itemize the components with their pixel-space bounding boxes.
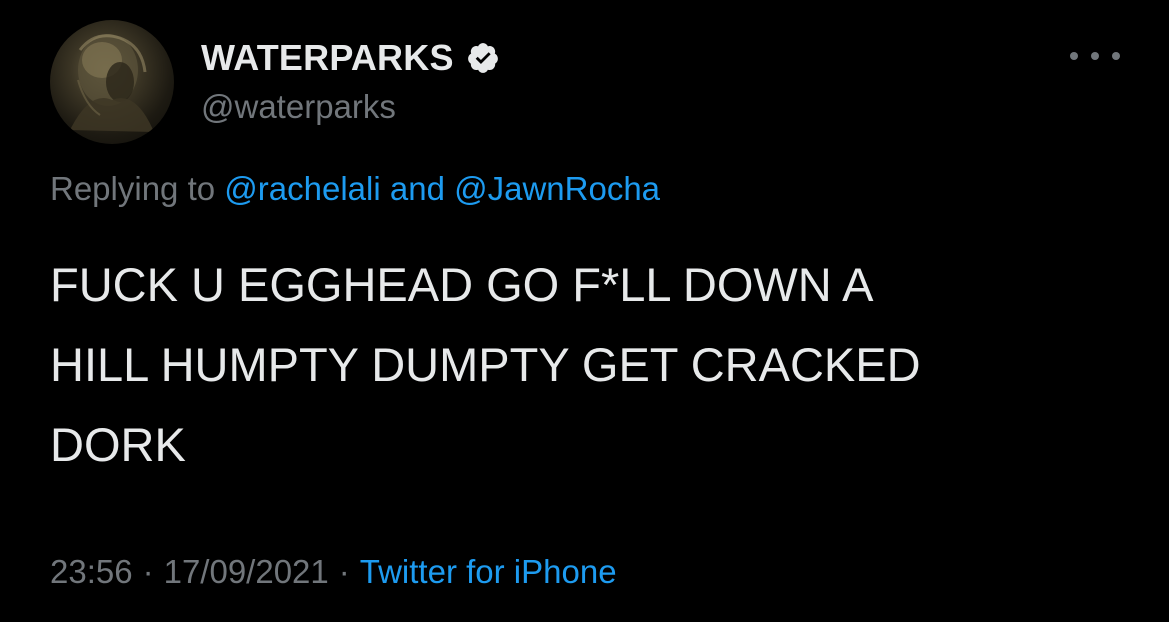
tweet-text-line: DORK bbox=[50, 418, 186, 471]
tweet-date[interactable]: 17/09/2021 bbox=[164, 553, 329, 590]
verified-badge-icon bbox=[466, 41, 500, 75]
mention-jawnrocha[interactable]: @JawnRocha bbox=[454, 170, 660, 207]
tweet-text-line: FUCK U EGGHEAD GO F*LL DOWN A bbox=[50, 258, 874, 311]
replying-to-line: Replying to @rachelali and @JawnRocha bbox=[50, 170, 660, 208]
meta-separator: · bbox=[338, 553, 350, 590]
tweet-metadata: 23:56 · 17/09/2021 · Twitter for iPhone bbox=[50, 553, 617, 591]
more-dot bbox=[1091, 52, 1099, 60]
replying-to-label: Replying to bbox=[50, 170, 216, 207]
meta-separator: · bbox=[142, 553, 154, 590]
tweet-time[interactable]: 23:56 bbox=[50, 553, 133, 590]
display-name[interactable]: WATERPARKS bbox=[201, 37, 454, 79]
more-dot bbox=[1070, 52, 1078, 60]
mention-rachelali[interactable]: @rachelali bbox=[224, 170, 380, 207]
more-options-icon[interactable] bbox=[1070, 46, 1120, 66]
tweet-text: FUCK U EGGHEAD GO F*LL DOWN A HILL HUMPT… bbox=[50, 245, 1140, 485]
author-handle[interactable]: @waterparks bbox=[201, 88, 396, 126]
more-dot bbox=[1112, 52, 1120, 60]
tweet-card: WATERPARKS @waterparks Replying to @rach… bbox=[0, 0, 1169, 622]
avatar[interactable] bbox=[50, 20, 174, 144]
tweet-source-link[interactable]: Twitter for iPhone bbox=[360, 553, 617, 590]
tweet-text-line: HILL HUMPTY DUMPTY GET CRACKED bbox=[50, 338, 921, 391]
author-name-row[interactable]: WATERPARKS bbox=[201, 36, 500, 80]
avatar-photo-icon bbox=[70, 34, 154, 132]
reply-connector[interactable]: and bbox=[390, 170, 445, 207]
